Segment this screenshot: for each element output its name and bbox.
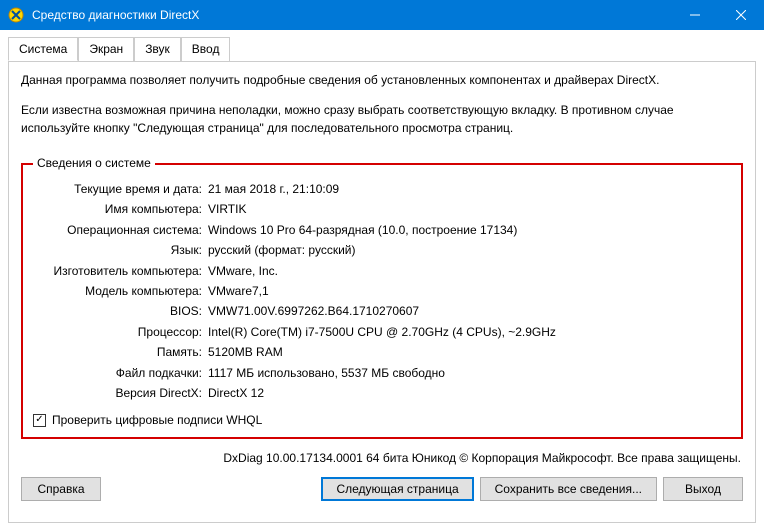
exit-button[interactable]: Выход [663,477,743,501]
intro-text: Данная программа позволяет получить подр… [21,71,743,149]
label-mfr: Изготовитель компьютера: [33,261,208,281]
intro-p1: Данная программа позволяет получить подр… [21,71,743,89]
row-os: Операционная система: Windows 10 Pro 64-… [33,220,731,240]
help-button[interactable]: Справка [21,477,101,501]
intro-p2: Если известна возможная причина неполадк… [21,101,743,137]
row-mfr: Изготовитель компьютера: VMware, Inc. [33,261,731,281]
row-pagefile: Файл подкачки: 1117 МБ использовано, 553… [33,363,731,383]
label-os: Операционная система: [33,220,208,240]
titlebar: Средство диагностики DirectX [0,0,764,30]
row-model: Модель компьютера: VMware7,1 [33,281,731,301]
minimize-button[interactable] [672,0,718,30]
value-model: VMware7,1 [208,281,731,301]
save-all-button[interactable]: Сохранить все сведения... [480,477,657,501]
window-controls [672,0,764,30]
row-bios: BIOS: VMW71.00V.6997262.B64.1710270607 [33,301,731,321]
button-bar-right: Следующая страница Сохранить все сведени… [321,477,743,501]
content-area: Система Экран Звук Ввод Данная программа… [0,30,764,531]
label-model: Модель компьютера: [33,281,208,301]
value-bios: VMW71.00V.6997262.B64.1710270607 [208,301,731,321]
whql-label: Проверить цифровые подписи WHQL [52,413,262,427]
label-bios: BIOS: [33,301,208,321]
value-mfr: VMware, Inc. [208,261,731,281]
value-cpu: Intel(R) Core(TM) i7-7500U CPU @ 2.70GHz… [208,322,731,342]
row-datetime: Текущие время и дата: 21 мая 2018 г., 21… [33,179,731,199]
label-mem: Память: [33,342,208,362]
label-pcname: Имя компьютера: [33,199,208,219]
row-lang: Язык: русский (формат: русский) [33,240,731,260]
value-mem: 5120MB RAM [208,342,731,362]
next-page-button[interactable]: Следующая страница [321,477,473,501]
system-info-group: Сведения о системе Текущие время и дата:… [21,163,743,439]
label-pagefile: Файл подкачки: [33,363,208,383]
whql-check-row: ✓ Проверить цифровые подписи WHQL [33,413,731,427]
tab-system[interactable]: Система [8,37,78,61]
group-title: Сведения о системе [33,156,155,170]
value-lang: русский (формат: русский) [208,240,731,260]
value-directx: DirectX 12 [208,383,731,403]
value-os: Windows 10 Pro 64-разрядная (10.0, постр… [208,220,731,240]
dxdiag-icon [8,7,24,23]
row-mem: Память: 5120MB RAM [33,342,731,362]
value-datetime: 21 мая 2018 г., 21:10:09 [208,179,731,199]
tab-strip: Система Экран Звук Ввод [8,37,756,62]
tab-panel-system: Данная программа позволяет получить подр… [8,61,756,523]
label-datetime: Текущие время и дата: [33,179,208,199]
row-pcname: Имя компьютера: VIRTIK [33,199,731,219]
tab-input[interactable]: Ввод [181,37,231,61]
close-button[interactable] [718,0,764,30]
window-title: Средство диагностики DirectX [32,8,672,22]
tab-screen[interactable]: Экран [78,37,134,61]
value-pcname: VIRTIK [208,199,731,219]
label-directx: Версия DirectX: [33,383,208,403]
button-bar: Справка Следующая страница Сохранить все… [21,473,743,501]
whql-checkbox[interactable]: ✓ [33,414,46,427]
button-bar-left: Справка [21,477,101,501]
label-cpu: Процессор: [33,322,208,342]
tab-sound[interactable]: Звук [134,37,181,61]
value-pagefile: 1117 МБ использовано, 5537 МБ свободно [208,363,731,383]
row-directx: Версия DirectX: DirectX 12 [33,383,731,403]
row-cpu: Процессор: Intel(R) Core(TM) i7-7500U CP… [33,322,731,342]
label-lang: Язык: [33,240,208,260]
footer-copyright: DxDiag 10.00.17134.0001 64 бита Юникод ©… [21,451,741,465]
